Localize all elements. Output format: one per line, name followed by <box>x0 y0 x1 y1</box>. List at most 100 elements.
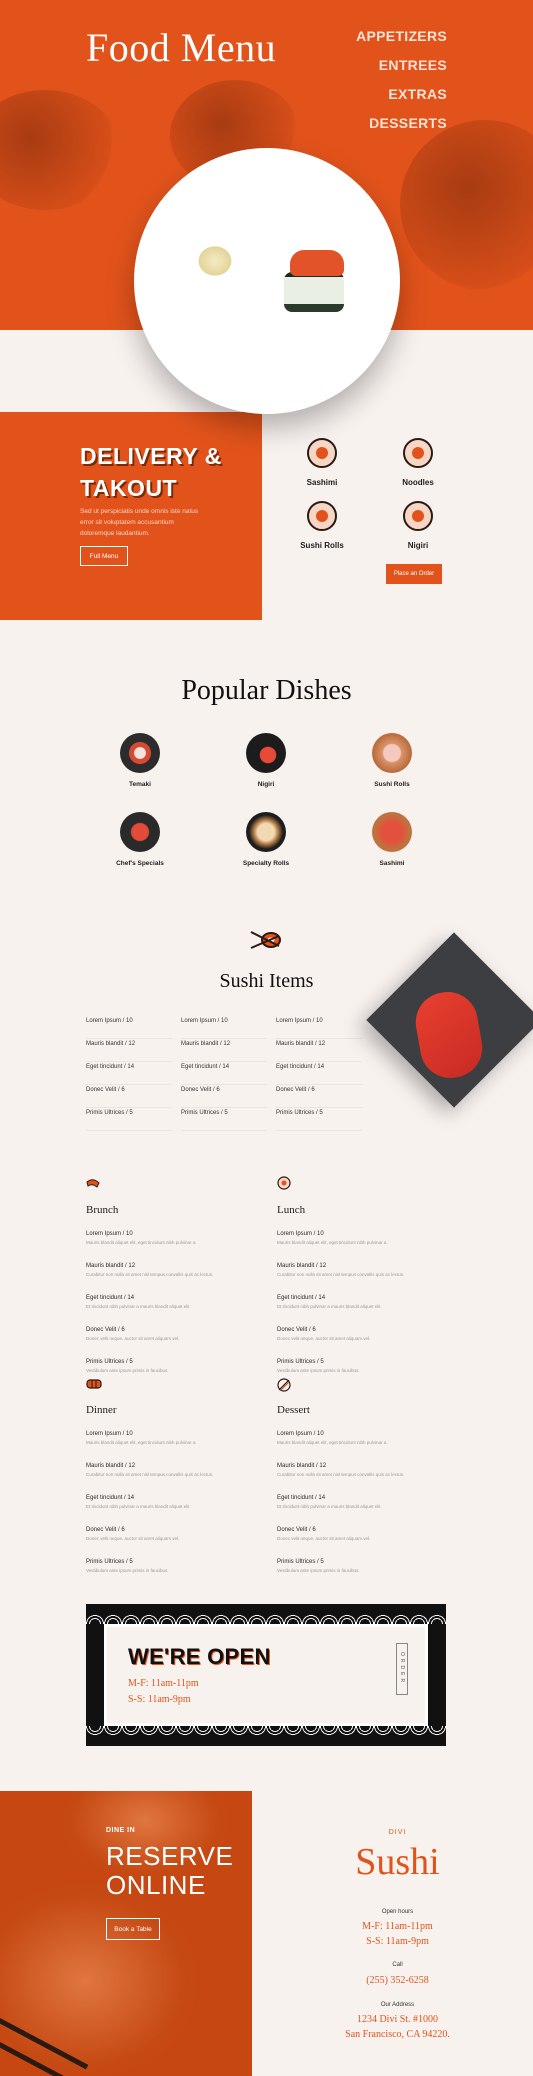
wave-pattern <box>86 1606 446 1624</box>
menu-item: Donec Velit / 6 Donec velit neque, auctor… <box>86 1527 180 1541</box>
nigiri-icon <box>403 501 433 531</box>
menu-title-lunch: Lunch <box>277 1204 306 1216</box>
address-line-1: 1234 Divi St. #1000 <box>356 2014 439 2025</box>
category-sushi-rolls[interactable]: Sushi Rolls <box>282 501 362 550</box>
list-item: Donec Velit / 6 <box>181 1085 267 1108</box>
list-item: Lorem Ipsum / 10 <box>276 1016 362 1039</box>
list-item: Donec Velit / 6 <box>276 1085 362 1108</box>
category-nigiri[interactable]: Nigiri <box>378 501 458 550</box>
menu-item: Primis Ultrices / 5 Vestibulum ante ipsum… <box>86 1359 169 1373</box>
menu-list-lunch: Lorem Ipsum / 10 Mauris blandit aliquet e… <box>277 1230 417 1390</box>
menu-item: Eget tincidunt / 14 Et tincidunt nibh pul… <box>86 1495 191 1509</box>
hero-food-photo <box>400 120 533 290</box>
sushi-rolls-image <box>372 733 412 773</box>
menu-nav: APPETIZERS ENTREES EXTRAS DESSERTS <box>356 28 447 144</box>
sushi-items-column: Lorem Ipsum / 10 Mauris blandit / 12 Ege… <box>86 1016 172 1131</box>
dish-nigiri[interactable]: Nigiri <box>221 733 311 788</box>
sushi-roll-icon <box>307 501 337 531</box>
roe-topping-image <box>290 250 344 276</box>
menu-title-brunch: Brunch <box>86 1204 119 1216</box>
menu-item: Eget tincidunt / 14 Et tincidunt nibh pul… <box>86 1295 191 1309</box>
sushi-items-column: Lorem Ipsum / 10 Mauris blandit / 12 Ege… <box>276 1016 362 1131</box>
menu-item: Lorem Ipsum / 10 Mauris blandit aliquet e… <box>86 1231 197 1245</box>
menu-item: Mauris blandit / 12 Curabitur non nulla s… <box>86 1263 214 1277</box>
menu-title-dessert: Dessert <box>277 1404 310 1416</box>
menu-item: Primis Ultrices / 5 Vestibulum ante ipsum… <box>86 1559 169 1573</box>
sushi-roll-image <box>284 272 344 312</box>
dish-temaki[interactable]: Temaki <box>95 733 185 788</box>
open-hours-label: Open hours <box>381 1909 414 1915</box>
chopsticks-icon <box>277 1378 291 1392</box>
menu-item: Eget tincidunt / 14 Et tincidunt nibh pul… <box>277 1295 382 1309</box>
open-hours-card <box>104 1624 428 1726</box>
list-item: Mauris blandit / 12 <box>276 1039 362 1062</box>
hero-food-photo <box>0 90 120 210</box>
call-label: Call <box>392 1962 403 1968</box>
hours-weekend: S-S: 11am-9pm <box>366 1936 429 1947</box>
wave-pattern <box>86 1726 446 1744</box>
page-title: Food Menu <box>86 25 277 70</box>
list-item: Primis Ultrices / 5 <box>181 1108 267 1131</box>
reserve-heading: RESERVE ONLINE <box>106 1841 234 1900</box>
place-order-button[interactable]: Place an Order <box>386 564 442 584</box>
shrimp-icon <box>86 1179 100 1188</box>
menu-item: Lorem Ipsum / 10 Mauris blandit aliquet e… <box>277 1431 388 1445</box>
chefs-specials-image <box>120 812 160 852</box>
specialty-rolls-image <box>246 812 286 852</box>
menu-item: Eget tincidunt / 14 Et tincidunt nibh pul… <box>277 1495 382 1509</box>
category-noodles[interactable]: Noodles <box>378 438 458 487</box>
reserve-food-photo <box>0 1881 200 2076</box>
menu-item: Primis Ultrices / 5 Vestibulum ante ipsum… <box>277 1559 360 1573</box>
nav-extras[interactable]: EXTRAS <box>356 86 447 102</box>
list-item: Eget tincidunt / 14 <box>181 1062 267 1085</box>
noodles-icon <box>403 438 433 468</box>
nav-desserts[interactable]: DESSERTS <box>356 115 447 131</box>
dish-chefs-specials[interactable]: Chef's Specials <box>95 812 185 867</box>
list-item: Primis Ultrices / 5 <box>276 1108 362 1131</box>
menu-item: Donec Velit / 6 Donec velit neque, auctor… <box>277 1327 371 1341</box>
list-item: Lorem Ipsum / 10 <box>86 1016 172 1039</box>
temaki-image <box>120 733 160 773</box>
full-menu-button[interactable]: Full Menu <box>80 546 128 566</box>
weekend-hours: S-S: 11am-9pm <box>128 1694 191 1705</box>
order-tag-button[interactable]: ORDER <box>396 1643 408 1695</box>
nav-entrees[interactable]: ENTREES <box>356 57 447 73</box>
brand-name: Sushi <box>355 1841 440 1883</box>
list-item: Mauris blandit / 12 <box>86 1039 172 1062</box>
list-item: Lorem Ipsum / 10 <box>181 1016 267 1039</box>
menu-item: Mauris blandit / 12 Curabitur non nulla s… <box>277 1263 405 1277</box>
sushi-roll-icon <box>86 1379 102 1389</box>
category-sashimi[interactable]: Sashimi <box>282 438 362 487</box>
menu-item: Lorem Ipsum / 10 Mauris blandit aliquet e… <box>86 1431 197 1445</box>
list-item: Eget tincidunt / 14 <box>86 1062 172 1085</box>
menu-list-dinner: Lorem Ipsum / 10 Mauris blandit aliquet e… <box>86 1430 226 1590</box>
menu-item: Donec Velit / 6 Donec velit neque, auctor… <box>86 1327 180 1341</box>
menu-list-brunch: Lorem Ipsum / 10 Mauris blandit aliquet e… <box>86 1230 226 1390</box>
address-line-2: San Francisco, CA 94220. <box>345 2029 450 2040</box>
delivery-description: Sed ut perspiciatis unde omnis iste natu… <box>80 508 199 537</box>
dish-sashimi[interactable]: Sashimi <box>347 812 437 867</box>
bowl-icon <box>277 1176 291 1190</box>
open-heading: WE'RE OPEN <box>128 1644 271 1669</box>
list-item: Primis Ultrices / 5 <box>86 1108 172 1131</box>
menu-list-dessert: Lorem Ipsum / 10 Mauris blandit aliquet e… <box>277 1430 417 1590</box>
sushi-items-column: Lorem Ipsum / 10 Mauris blandit / 12 Ege… <box>181 1016 267 1131</box>
list-item: Eget tincidunt / 14 <box>276 1062 362 1085</box>
dish-specialty-rolls[interactable]: Specialty Rolls <box>221 812 311 867</box>
dish-sushi-rolls[interactable]: Sushi Rolls <box>347 733 437 788</box>
delivery-heading: DELIVERY & TAKOUT <box>80 443 222 501</box>
menu-item: Lorem Ipsum / 10 Mauris blandit aliquet e… <box>277 1231 388 1245</box>
address-label: Our Address <box>380 2002 415 2008</box>
list-item: Mauris blandit / 12 <box>181 1039 267 1062</box>
popular-dishes-heading: Popular Dishes <box>181 675 352 706</box>
list-item: Donec Velit / 6 <box>86 1085 172 1108</box>
menu-item: Mauris blandit / 12 Curabitur non nulla s… <box>277 1463 405 1477</box>
book-table-button[interactable]: Book a Table <box>106 1918 160 1940</box>
fish-icon <box>307 438 337 468</box>
phone-number[interactable]: (255) 352-6258 <box>262 1974 533 1988</box>
brand-kicker: DIVI <box>388 1829 407 1836</box>
menu-item: Donec Velit / 6 Donec velit neque, auctor… <box>277 1527 371 1541</box>
menu-title-dinner: Dinner <box>86 1404 117 1416</box>
nav-appetizers[interactable]: APPETIZERS <box>356 28 447 44</box>
menu-item: Mauris blandit / 12 Curabitur non nulla s… <box>86 1463 214 1477</box>
